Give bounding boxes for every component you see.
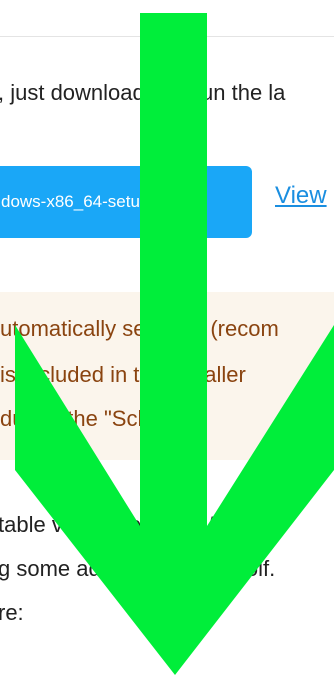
- note-line: is included in the installer: [0, 362, 246, 387]
- download-installer-button[interactable]: dows-x86_64-setup.exe: [0, 166, 252, 238]
- view-link[interactable]: View: [275, 182, 327, 210]
- body-text-line: re:: [0, 600, 24, 625]
- intro-text: , just download and run the la: [0, 80, 286, 105]
- body-text-line: table version of LibreWolf, us: [0, 512, 282, 537]
- note-line: during the "Scho: [0, 406, 162, 431]
- body-text-line: g some additional LibreWolf.: [0, 556, 276, 581]
- installer-note-box: utomatically selected (recom is included…: [0, 292, 334, 460]
- note-line: utomatically selected (recom: [0, 316, 279, 341]
- top-divider: [0, 36, 334, 37]
